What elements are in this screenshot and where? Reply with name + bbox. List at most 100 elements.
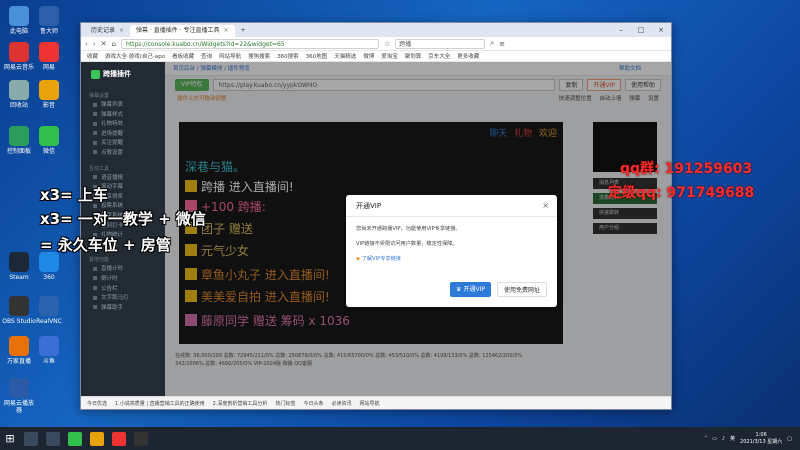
desktop-icon[interactable]: 360 xyxy=(32,252,66,281)
bookmark-item[interactable]: 游戏大全·游戏(自己-apo xyxy=(105,52,165,60)
bookmark-item[interactable]: 360地图 xyxy=(306,52,328,60)
bookmark-item[interactable]: 收藏 xyxy=(87,52,98,60)
bookmark-item[interactable]: 天猫精选 xyxy=(334,52,356,60)
folder-icon[interactable] xyxy=(90,431,104,446)
app-icon xyxy=(9,6,29,26)
bookmark-item[interactable]: 看板收藏 xyxy=(172,52,194,60)
close-tab-icon[interactable]: × xyxy=(119,27,124,34)
bookmark-item[interactable]: 京东大全 xyxy=(428,52,450,60)
windows-start-icon[interactable]: ⊞ xyxy=(0,432,20,445)
sidebar-item-label: 进场提醒 xyxy=(101,130,124,137)
desktop-icon[interactable]: Steam xyxy=(2,252,36,281)
close-window-icon[interactable]: × xyxy=(651,26,671,34)
network-icon[interactable]: ▭ xyxy=(712,436,717,442)
address-bar[interactable]: https://console.kuabo.cn/Widgets?id=22&w… xyxy=(120,38,379,49)
vip-info-link[interactable]: 了解VIP专享链接 xyxy=(362,256,401,262)
bottom-bar-item[interactable]: 必读资讯 xyxy=(331,400,351,407)
bookmark-item[interactable]: 360搜索 xyxy=(277,52,299,60)
bookmark-item[interactable]: 网站导航 xyxy=(219,52,241,60)
desktop-icon[interactable]: 影音 xyxy=(32,80,66,109)
new-tab-button[interactable]: + xyxy=(235,25,252,37)
sidebar-item[interactable]: 倒计时 xyxy=(81,275,165,285)
bottom-bar-item[interactable]: 2.深度剖析营销工具分析 xyxy=(213,400,268,407)
netease-icon[interactable] xyxy=(112,431,126,446)
bookmark-item[interactable]: 爱淘宝 xyxy=(381,52,398,60)
desktop-icon[interactable]: 网易云音乐 xyxy=(2,42,36,71)
reload-icon[interactable]: ✕ xyxy=(101,40,107,48)
sidebar-item[interactable]: 直播计时 xyxy=(81,265,165,275)
sidebar-item[interactable]: 公告栏 xyxy=(81,285,165,295)
search-icon[interactable] xyxy=(24,431,38,446)
vip-modal: 开通VIP × 您尚未开通跨播VIP，功能使用VIP专享链接。 VIP链接不受限访… xyxy=(346,195,557,307)
close-tab-icon[interactable]: × xyxy=(224,27,229,34)
obs-icon[interactable] xyxy=(134,431,148,446)
desktop-icon-label: 网易云音乐 xyxy=(3,64,34,71)
sidebar-item-label: 弹幕样式 xyxy=(101,111,124,118)
bookmark-item[interactable]: 微博 xyxy=(363,52,374,60)
sidebar-item[interactable]: 弹幕列表 xyxy=(81,101,165,111)
desktop-icon[interactable]: 回收站 xyxy=(2,80,36,109)
volume-icon[interactable]: ♪ xyxy=(722,436,725,442)
back-icon[interactable]: ‹ xyxy=(85,40,88,48)
modal-close-icon[interactable]: × xyxy=(542,195,549,217)
sidebar-item-label: 点歌设置 xyxy=(101,149,124,156)
browser-bottom-bar: 今日优选 1.小说高质量 | 直播营销工具的正确使用 2.深度剖析营销工具分析 热门标… xyxy=(81,396,671,409)
search-input[interactable]: 跨播 xyxy=(395,38,486,49)
desktop-icon[interactable]: OBS Studio xyxy=(2,296,36,325)
sidebar-item-label: 公告栏 xyxy=(101,285,118,292)
bookmark-item[interactable]: 聚划算 xyxy=(405,52,422,60)
task-view-icon[interactable] xyxy=(46,431,60,446)
desktop-icon[interactable]: 此电脑 xyxy=(2,6,36,35)
bookmark-item[interactable]: 搜狗搜索 xyxy=(248,52,270,60)
diamond-icon: ◆ xyxy=(356,256,360,262)
bookmarks-bar: 收藏 游戏大全·游戏(自己-apo 看板收藏 查询 网站导航 搜狗搜索 360搜索 360地图… xyxy=(81,51,671,62)
notification-icon[interactable]: ▢ xyxy=(787,436,792,442)
tab-kuabo[interactable]: 弹幕 · 直播插件 · 专注直播工具 × xyxy=(130,25,235,37)
sidebar-item[interactable]: 文字跑马灯 xyxy=(81,294,165,304)
bookmark-item[interactable]: 查询 xyxy=(201,52,212,60)
sidebar-item[interactable]: 点歌设置 xyxy=(81,149,165,159)
free-url-button[interactable]: 使用免费网址 xyxy=(496,282,547,297)
menu-icon[interactable]: ≡ xyxy=(499,40,505,48)
star-icon[interactable]: ☆ xyxy=(384,40,390,48)
browser-titlebar: 历史记录 × 弹幕 · 直播插件 · 专注直播工具 × + – □ × xyxy=(81,23,671,37)
app-icon xyxy=(9,252,29,272)
sidebar-item[interactable]: 弹幕助手 xyxy=(81,304,165,314)
desktop-icon[interactable]: 网易云播放器 xyxy=(2,378,36,414)
sidebar-item[interactable]: 语音播报 xyxy=(81,174,165,184)
home-icon[interactable]: ⌂ xyxy=(112,40,116,48)
open-vip-button[interactable]: ♛ 开通VIP xyxy=(450,282,491,297)
bottom-bar-item[interactable]: 今日优选 xyxy=(87,400,107,407)
desktop-icon[interactable]: 斗鱼 xyxy=(32,336,66,365)
forward-icon[interactable]: › xyxy=(93,40,96,48)
bottom-bar-item[interactable]: 今日头条 xyxy=(303,400,323,407)
desktop-icon[interactable]: 微信 xyxy=(32,126,66,155)
tab-history[interactable]: 历史记录 × xyxy=(85,25,130,37)
sidebar-item[interactable]: 礼物特效 xyxy=(81,120,165,130)
bottom-bar-item[interactable]: 网站导航 xyxy=(359,400,379,407)
desktop-icon[interactable]: RealVNC xyxy=(32,296,66,325)
clock[interactable]: 1:06 2021/3/13 星期六 xyxy=(740,432,782,446)
desktop-icon[interactable]: 万家直播 xyxy=(2,336,36,365)
minimize-icon[interactable]: – xyxy=(611,26,631,34)
sidebar-item[interactable]: 关注提醒 xyxy=(81,139,165,149)
tray-up-icon[interactable]: ˄ xyxy=(705,436,708,442)
desktop-icon-label: 网易云播放器 xyxy=(3,400,34,414)
bottom-bar-item[interactable]: 热门标签 xyxy=(275,400,295,407)
brand-logo[interactable]: 跨播插件 xyxy=(81,62,165,86)
desktop-icon[interactable]: 控制面板 xyxy=(2,126,36,155)
desktop-icon[interactable]: 网易 xyxy=(32,42,66,71)
bookmark-item[interactable]: 更多收藏 xyxy=(457,52,479,60)
sidebar-section-title: 互动工具 xyxy=(89,165,110,172)
modal-body: 您尚未开通跨播VIP，功能使用VIP专享链接。 VIP链接不受限访问用户数量，稳… xyxy=(356,226,461,262)
wechat-icon[interactable] xyxy=(68,431,82,446)
desktop-icon[interactable]: 鲁大师 xyxy=(32,6,66,35)
bottom-bar-item[interactable]: 1.小说高质量 | 直播营销工具的正确使用 xyxy=(115,400,205,407)
search-icon[interactable]: ⌕ xyxy=(490,39,494,48)
desktop-icon-label: 控制面板 xyxy=(6,148,31,155)
sidebar-item[interactable]: 进场提醒 xyxy=(81,130,165,140)
maximize-icon[interactable]: □ xyxy=(631,26,651,34)
ime-indicator[interactable]: 英 xyxy=(730,435,735,442)
sidebar-item[interactable]: 弹幕样式 xyxy=(81,111,165,121)
app-icon xyxy=(39,336,59,356)
